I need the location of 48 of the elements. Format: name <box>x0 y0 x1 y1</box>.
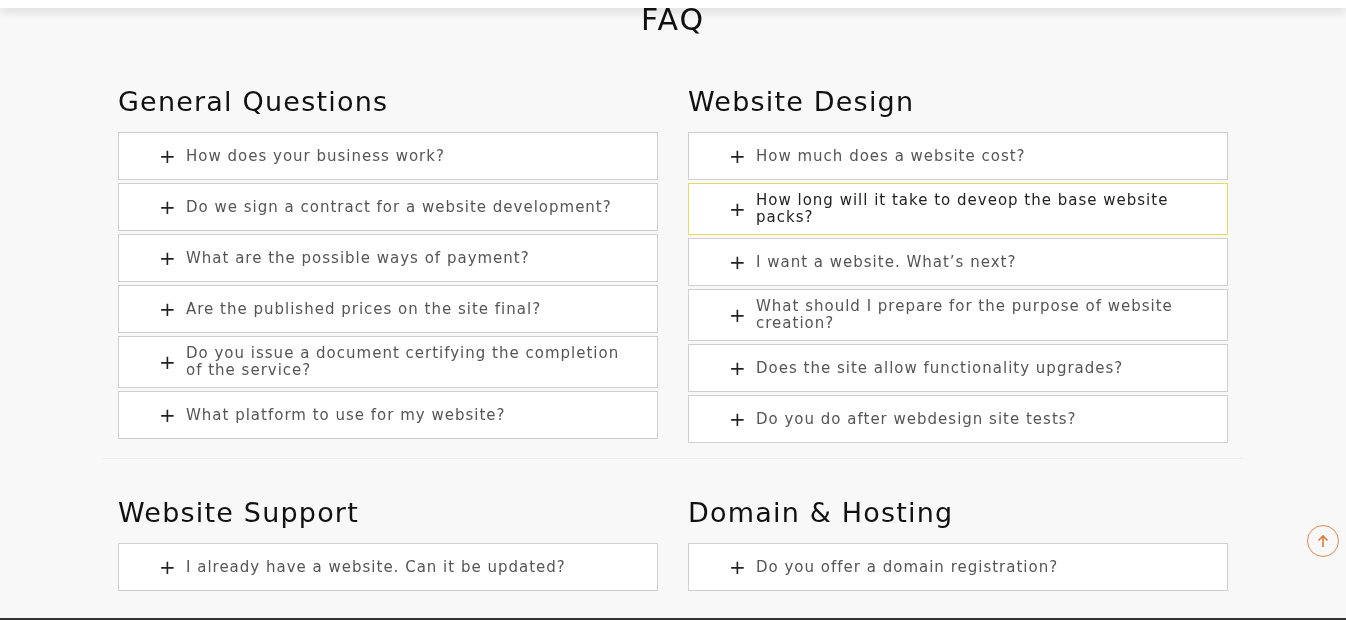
plus-icon: + <box>159 299 175 319</box>
plus-icon: + <box>159 352 175 372</box>
plus-icon: + <box>729 199 745 219</box>
question-text: Do we sign a contract for a website development? <box>186 198 612 216</box>
plus-icon: + <box>159 557 175 577</box>
section-heading: Domain & Hosting <box>688 496 955 530</box>
question-text: Does the site allow functionality upgrades? <box>756 359 1124 377</box>
question-text: I want a website. What’s next? <box>756 253 1017 271</box>
question-text: How long will it take to deveop the base website packs? <box>756 192 1170 226</box>
plus-icon: + <box>729 557 745 577</box>
plus-icon: + <box>729 409 745 429</box>
faq-item[interactable]: + Are the published prices on the site final? <box>118 285 658 333</box>
plus-icon: + <box>729 252 745 272</box>
arrow-up-icon <box>1317 534 1329 548</box>
plus-icon: + <box>159 197 175 217</box>
faq-item[interactable]: + I already have a website. Can it be updated? <box>118 543 658 591</box>
faq-item[interactable]: + How much does a website cost? <box>688 132 1228 180</box>
question-text: What platform to use for my website? <box>186 406 506 424</box>
faq-item[interactable]: + What are the possible ways of payment? <box>118 234 658 282</box>
faq-item[interactable]: + Do you issue a document certifying the completion of the service? <box>118 336 658 388</box>
faq-item[interactable]: + Do you offer a domain registration? <box>688 543 1228 591</box>
plus-icon: + <box>729 358 745 378</box>
question-text: Do you do after webdesign site tests? <box>756 410 1077 428</box>
faq-item[interactable]: + How does your business work? <box>118 132 658 180</box>
question-text: I already have a website. Can it be updated? <box>186 558 566 576</box>
question-text: How much does a website cost? <box>756 147 1026 165</box>
question-text: How does your business work? <box>186 147 445 165</box>
faq-item[interactable]: + How long will it take to deveop the base website packs? <box>688 183 1228 235</box>
section-heading: General Questions <box>118 85 390 119</box>
faq-item[interactable]: + I want a website. What’s next? <box>688 238 1228 286</box>
plus-icon: + <box>159 146 175 166</box>
question-text: What should I prepare for the purpose of website creation? <box>756 298 1174 332</box>
faq-item[interactable]: + What platform to use for my website? <box>118 391 658 439</box>
plus-icon: + <box>159 248 175 268</box>
faq-item[interactable]: + Does the site allow functionality upgrades? <box>688 344 1228 392</box>
page-title: FAQ <box>640 2 706 38</box>
question-text: Do you issue a document certifying the completion of the service? <box>186 345 621 379</box>
section-heading: Website Design <box>688 85 916 119</box>
faq-item[interactable]: + Do you do after webdesign site tests? <box>688 395 1228 443</box>
question-text: What are the possible ways of payment? <box>186 249 530 267</box>
faq-item[interactable]: + Do we sign a contract for a website development? <box>118 183 658 231</box>
plus-icon: + <box>729 146 745 166</box>
question-text: Are the published prices on the site final? <box>186 300 542 318</box>
question-text: Do you offer a domain registration? <box>756 558 1059 576</box>
plus-icon: + <box>159 405 175 425</box>
plus-icon: + <box>729 305 745 325</box>
faq-item[interactable]: + What should I prepare for the purpose of website creation? <box>688 289 1228 341</box>
section-heading: Website Support <box>118 496 360 530</box>
